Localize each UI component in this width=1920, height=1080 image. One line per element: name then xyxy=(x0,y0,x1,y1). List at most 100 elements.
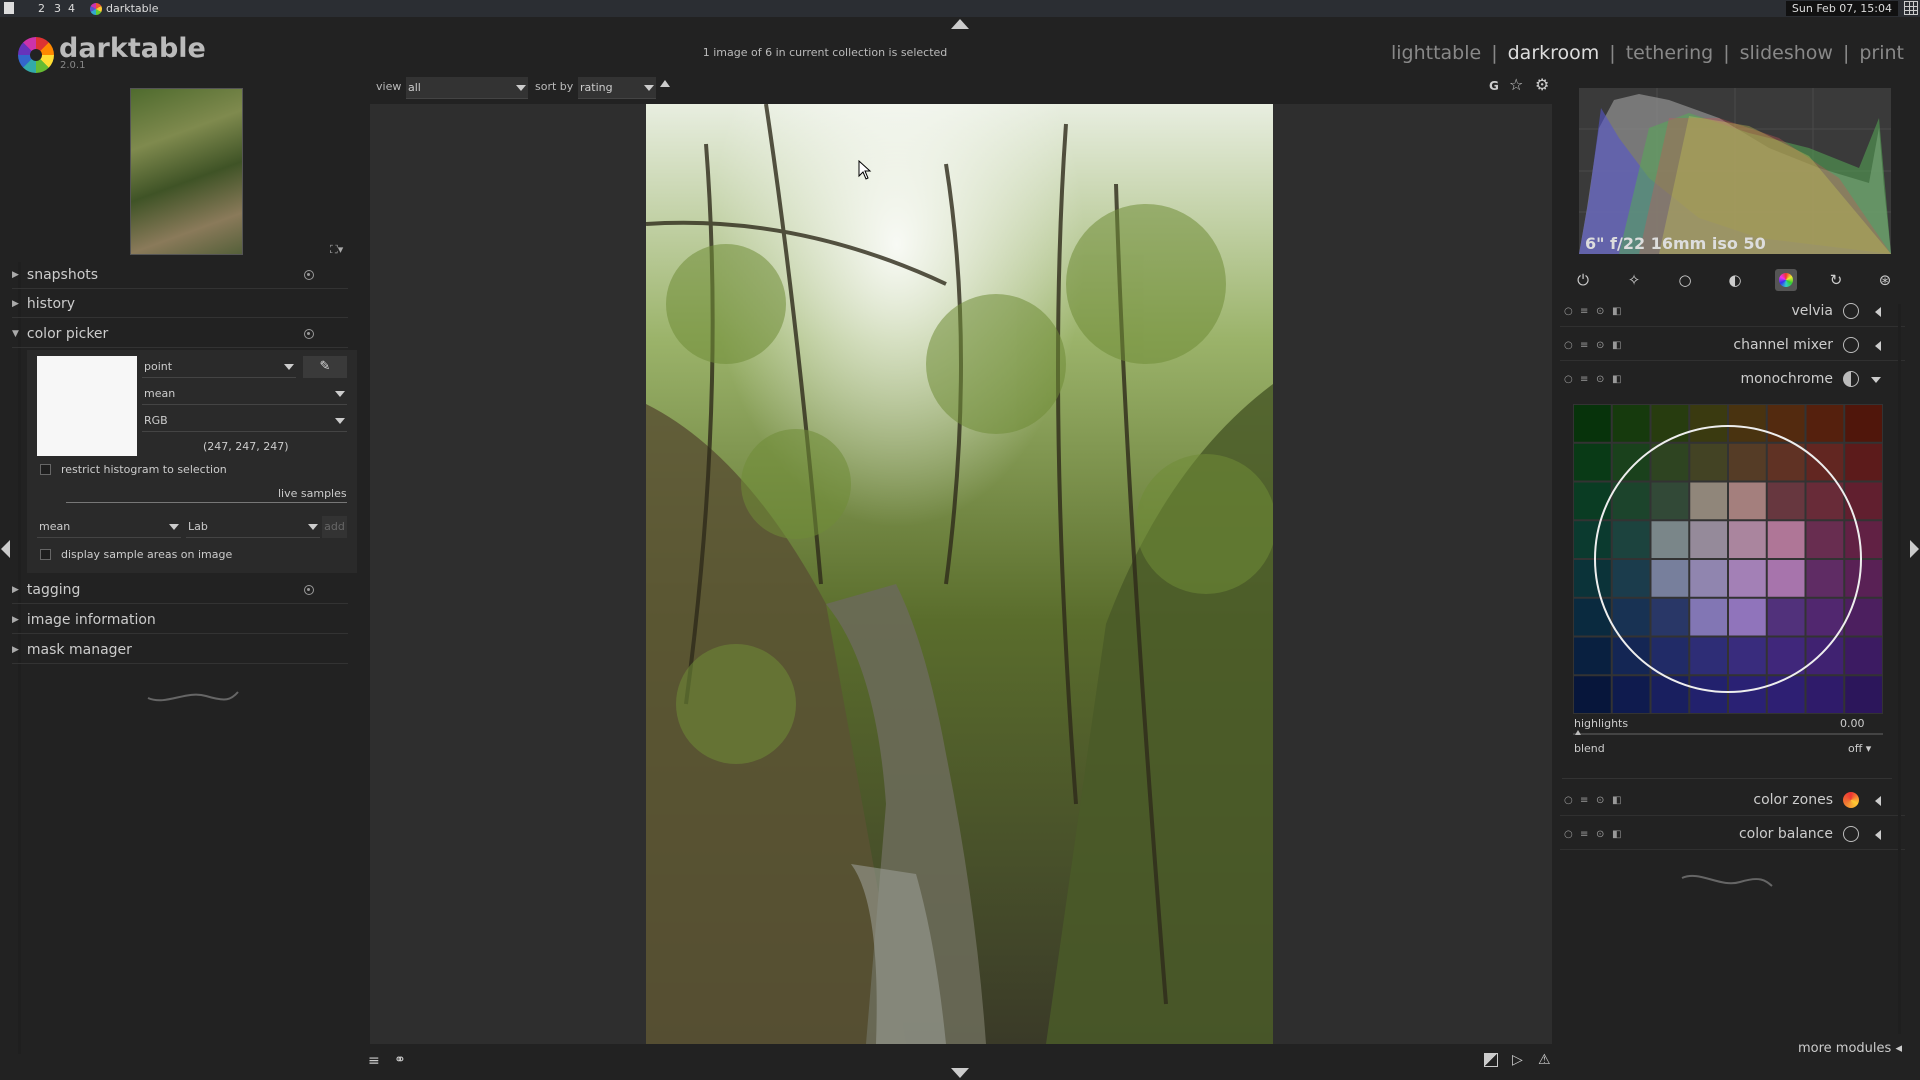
presets-icon[interactable] xyxy=(304,269,314,280)
eyedropper-icon[interactable]: ✎ xyxy=(303,356,347,378)
instance-icon[interactable]: ◧ xyxy=(1612,340,1621,351)
presets-menu-icon[interactable]: ≡ xyxy=(1580,340,1588,351)
reset-icon[interactable]: ⊙ xyxy=(1596,795,1604,806)
view-darkroom[interactable]: darkroom xyxy=(1508,42,1600,64)
color-grid-tile xyxy=(1690,676,1727,713)
workspace-2[interactable]: 2 xyxy=(38,2,45,15)
collapse-top-arrow-icon[interactable] xyxy=(951,19,969,29)
display-samples-checkbox[interactable] xyxy=(40,549,51,560)
module-channel-mixer[interactable]: ○ ≡ ⊙ ◧ channel mixer xyxy=(1560,331,1905,361)
picker-mode-select[interactable]: point xyxy=(142,356,296,378)
presets-menu-icon[interactable]: ≡ xyxy=(1580,829,1588,840)
highlights-value: 0.00 xyxy=(1840,717,1865,730)
color-grid-tile xyxy=(1729,443,1766,481)
presets-menu-icon[interactable]: ≡ xyxy=(1580,306,1588,317)
styles-icon[interactable]: ⚭ xyxy=(394,1052,406,1068)
section-color-picker[interactable]: ▼ color picker xyxy=(12,320,348,348)
view-lighttable[interactable]: lighttable xyxy=(1391,42,1481,64)
grouping-button[interactable]: G xyxy=(1489,79,1499,93)
view-slideshow[interactable]: slideshow xyxy=(1740,42,1833,64)
picker-colorspace-select[interactable]: RGB xyxy=(142,410,347,432)
zoom-fit-icon[interactable]: ⛶▾ xyxy=(330,243,343,257)
power-toggle-icon[interactable]: ○ xyxy=(1564,829,1573,840)
presets-icon[interactable] xyxy=(304,328,314,339)
workspace-3[interactable]: 3 xyxy=(54,2,61,15)
power-toggle-icon[interactable]: ○ xyxy=(1564,340,1573,351)
collapse-bottom-arrow-icon[interactable] xyxy=(951,1068,969,1078)
section-snapshots[interactable]: ▶ snapshots xyxy=(12,261,348,289)
view-filter-select[interactable]: all xyxy=(406,77,528,99)
power-toggle-icon[interactable]: ○ xyxy=(1564,795,1573,806)
view-filter-value: all xyxy=(408,81,421,94)
picker-statistic-select[interactable]: mean xyxy=(142,383,347,405)
grid-icon[interactable] xyxy=(1904,1,1918,15)
effect-group-icon[interactable]: ⊛ xyxy=(1874,269,1896,291)
instance-icon[interactable]: ◧ xyxy=(1612,829,1621,840)
sample-colorspace-select[interactable]: Lab xyxy=(186,516,320,538)
presets-menu-icon[interactable]: ≡ xyxy=(1580,374,1588,385)
workspace-4[interactable]: 4 xyxy=(68,2,75,15)
color-grid-tile xyxy=(1767,482,1805,520)
module-name: color balance xyxy=(1738,826,1833,842)
module-color-zones[interactable]: ○ ≡ ⊙ ◧ color zones xyxy=(1560,786,1905,816)
reset-icon[interactable]: ⊙ xyxy=(1596,340,1604,351)
expand-triangle-icon[interactable] xyxy=(1875,830,1881,840)
workspace-1-indicator[interactable] xyxy=(4,2,14,14)
power-icon[interactable]: ⏻ xyxy=(1572,269,1594,291)
histogram[interactable]: 6" f/22 16mm iso 50 xyxy=(1579,88,1891,254)
restrict-histogram-checkbox[interactable] xyxy=(40,464,51,475)
more-modules-button[interactable]: more modules ◂ xyxy=(1798,1041,1902,1056)
add-sample-button[interactable]: add xyxy=(322,516,347,538)
collapse-right-arrow-icon[interactable] xyxy=(1910,540,1919,558)
color-grid-tile xyxy=(1612,405,1650,442)
sort-order-icon[interactable] xyxy=(660,80,670,87)
color-grid-tile xyxy=(1612,598,1650,636)
section-tagging[interactable]: ▶ tagging xyxy=(12,576,348,604)
softproof-icon[interactable] xyxy=(1484,1053,1498,1067)
favorites-icon[interactable]: ✧ xyxy=(1623,269,1645,291)
view-tethering[interactable]: tethering xyxy=(1626,42,1714,64)
module-color-balance[interactable]: ○ ≡ ⊙ ◧ color balance xyxy=(1560,820,1905,850)
presets-icon[interactable] xyxy=(304,584,314,595)
presets-menu-icon[interactable]: ≡ xyxy=(1580,795,1588,806)
reset-icon[interactable]: ⊙ xyxy=(1596,374,1604,385)
gear-icon[interactable]: ⚙ xyxy=(1535,75,1549,94)
correct-group-icon[interactable]: ↻ xyxy=(1825,269,1847,291)
module-monochrome[interactable]: ○ ≡ ⊙ ◧ monochrome xyxy=(1560,365,1905,395)
taskbar-app[interactable]: darktable xyxy=(90,2,158,15)
basic-group-icon[interactable]: ○ xyxy=(1674,269,1696,291)
navigation-thumbnail[interactable] xyxy=(130,88,243,255)
section-mask-manager[interactable]: ▶ mask manager xyxy=(12,636,348,664)
expand-triangle-icon[interactable] xyxy=(1875,341,1881,351)
right-scrollbar[interactable] xyxy=(1898,304,1901,1034)
view-print[interactable]: print xyxy=(1859,42,1904,64)
power-toggle-icon[interactable]: ○ xyxy=(1564,306,1573,317)
reset-icon[interactable]: ⊙ xyxy=(1596,306,1604,317)
tone-group-icon[interactable]: ◐ xyxy=(1724,269,1746,291)
instance-icon[interactable]: ◧ xyxy=(1612,306,1621,317)
expand-triangle-icon[interactable] xyxy=(1875,307,1881,317)
sample-statistic-select[interactable]: mean xyxy=(37,516,181,538)
collapse-left-arrow-icon[interactable] xyxy=(1,540,10,558)
gamut-check-icon[interactable]: ▷ xyxy=(1512,1052,1523,1068)
instance-icon[interactable]: ◧ xyxy=(1612,795,1621,806)
section-image-information[interactable]: ▶ image information xyxy=(12,606,348,634)
blend-mode-select[interactable]: off ▾ xyxy=(1848,742,1871,755)
collapse-triangle-icon[interactable] xyxy=(1871,377,1881,383)
color-group-icon[interactable] xyxy=(1775,269,1797,291)
image-canvas[interactable] xyxy=(646,104,1273,1044)
star-icon[interactable]: ☆ xyxy=(1509,75,1523,94)
instance-icon[interactable]: ◧ xyxy=(1612,374,1621,385)
menu-icon[interactable]: ≡ xyxy=(368,1053,380,1069)
warning-icon[interactable]: ⚠ xyxy=(1538,1052,1551,1068)
reset-icon[interactable]: ⊙ xyxy=(1596,829,1604,840)
section-history[interactable]: ▶ history xyxy=(12,290,348,318)
power-toggle-icon[interactable]: ○ xyxy=(1564,374,1573,385)
sample-colorspace-value: Lab xyxy=(188,520,208,533)
expand-triangle-icon[interactable] xyxy=(1875,796,1881,806)
monochrome-color-grid[interactable] xyxy=(1573,404,1883,714)
module-velvia[interactable]: ○ ≡ ⊙ ◧ velvia xyxy=(1560,297,1905,327)
sort-by-select[interactable]: rating xyxy=(578,77,656,99)
highlights-slider[interactable] xyxy=(1573,730,1883,735)
color-grid-tile xyxy=(1767,560,1805,597)
